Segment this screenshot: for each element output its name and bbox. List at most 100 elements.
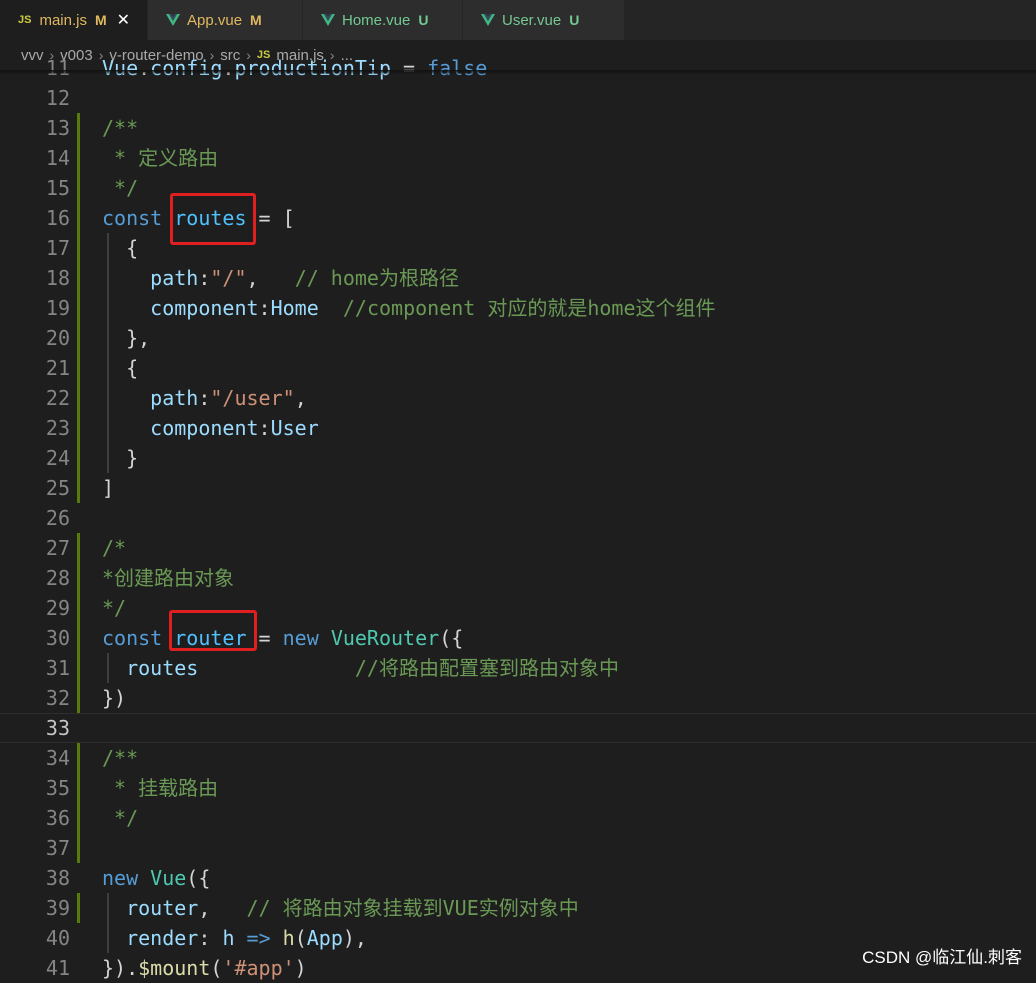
- code-line[interactable]: 25]: [0, 473, 1036, 503]
- code-line[interactable]: 12: [0, 83, 1036, 113]
- highlight-box-router: [169, 610, 257, 651]
- code-token: .: [222, 56, 235, 80]
- code-token: :: [258, 416, 271, 440]
- code-line[interactable]: 39 router, // 将路由对象挂载到VUE实例对象中: [0, 893, 1036, 923]
- indent-guide: [107, 353, 109, 383]
- code-line[interactable]: 22 path:"/user",: [0, 383, 1036, 413]
- git-modified-marker[interactable]: [77, 743, 80, 773]
- code-line[interactable]: 13 /**: [0, 113, 1036, 143]
- code-token: ,: [198, 896, 247, 920]
- git-modified-marker[interactable]: [77, 443, 80, 473]
- line-number: 34: [45, 746, 70, 770]
- code-token: ): [294, 956, 307, 980]
- git-modified-marker[interactable]: [77, 113, 80, 143]
- code-token: /**: [102, 746, 139, 770]
- git-modified-marker[interactable]: [77, 683, 80, 713]
- git-modified-marker[interactable]: [77, 383, 80, 413]
- git-modified-marker[interactable]: [77, 413, 80, 443]
- tab-label: User.vue: [502, 11, 562, 29]
- code-line[interactable]: 26: [0, 503, 1036, 533]
- code-token: /**: [102, 116, 139, 140]
- code-token: *创建路由对象: [102, 566, 235, 590]
- line-number: 21: [45, 356, 70, 380]
- code-token: /*: [102, 536, 127, 560]
- code-editor[interactable]: 11 Vue.config.productionTip = false 12 13/*…: [0, 53, 1036, 983]
- git-modified-marker[interactable]: [77, 533, 80, 563]
- git-modified-marker[interactable]: [77, 623, 80, 653]
- close-icon[interactable]: ✕: [117, 10, 130, 30]
- code-token: h: [222, 926, 235, 950]
- vue-file-icon: [481, 13, 495, 26]
- line-number: 31: [45, 656, 70, 680]
- code-token: component: [150, 296, 259, 320]
- code-line[interactable]: 29 */: [0, 593, 1036, 623]
- git-modified-marker[interactable]: [77, 233, 80, 263]
- code-line[interactable]: 30 const router = new VueRouter({: [0, 623, 1036, 653]
- code-text: },: [102, 323, 150, 353]
- git-modified-marker[interactable]: [77, 173, 80, 203]
- git-modified-marker[interactable]: [77, 143, 80, 173]
- code-text: component:Home //component 对应的就是home这个组件: [102, 293, 716, 323]
- code-line[interactable]: 11 Vue.config.productionTip = false: [0, 53, 1036, 83]
- code-line[interactable]: 19 component:Home //component 对应的就是home这…: [0, 293, 1036, 323]
- code-line[interactable]: 35 * 挂载路由: [0, 773, 1036, 803]
- tab-main-js[interactable]: JS main.js M ✕: [0, 0, 148, 40]
- code-line[interactable]: 21 {: [0, 353, 1036, 383]
- code-text: render: h => h(App),: [102, 923, 367, 953]
- code-line[interactable]: 28 *创建路由对象: [0, 563, 1036, 593]
- git-modified-marker[interactable]: [77, 203, 80, 233]
- git-modified-marker[interactable]: [77, 833, 80, 863]
- git-modified-marker[interactable]: [77, 263, 80, 293]
- code-text: Vue.config.productionTip = false: [102, 53, 487, 83]
- git-modified-marker[interactable]: [77, 293, 80, 323]
- code-token: h: [282, 926, 295, 950]
- line-number: 39: [45, 896, 70, 920]
- code-line[interactable]: 34 /**: [0, 743, 1036, 773]
- code-line[interactable]: 17 {: [0, 233, 1036, 263]
- code-line[interactable]: 38 new Vue({: [0, 863, 1036, 893]
- tab-app-vue[interactable]: App.vue M: [148, 0, 303, 40]
- git-modified-marker[interactable]: [77, 893, 80, 923]
- highlight-box-routes: [170, 193, 256, 245]
- code-line[interactable]: 31 routes //将路由配置塞到路由对象中: [0, 653, 1036, 683]
- code-line[interactable]: 32}): [0, 683, 1036, 713]
- indent-guide: [107, 383, 109, 413]
- code-line[interactable]: 16 const routes = [: [0, 203, 1036, 233]
- line-number: 32: [45, 686, 70, 710]
- git-modified-marker[interactable]: [77, 653, 80, 683]
- code-text: }).$mount('#app'): [102, 953, 307, 983]
- code-token: ),: [342, 926, 367, 950]
- code-line[interactable]: 27 /*: [0, 533, 1036, 563]
- code-line[interactable]: 24 }: [0, 443, 1036, 473]
- git-modified-marker[interactable]: [77, 773, 80, 803]
- code-text: */: [102, 593, 126, 623]
- indent-guide: [107, 923, 109, 953]
- git-modified-marker[interactable]: [77, 803, 80, 833]
- code-line[interactable]: 20 },: [0, 323, 1036, 353]
- git-modified-marker[interactable]: [77, 593, 80, 623]
- code-line[interactable]: 15 */: [0, 173, 1036, 203]
- code-line[interactable]: 23 component:User: [0, 413, 1036, 443]
- code-token: App: [306, 926, 343, 950]
- git-modified-marker[interactable]: [77, 323, 80, 353]
- code-token: routes: [126, 656, 199, 680]
- tab-home-vue[interactable]: Home.vue U: [303, 0, 463, 40]
- line-number: 35: [45, 776, 70, 800]
- code-token: ]: [102, 476, 115, 500]
- code-text: /*: [102, 533, 126, 563]
- line-number: 30: [45, 626, 70, 650]
- code-line[interactable]: 37: [0, 833, 1036, 863]
- code-line[interactable]: 14 * 定义路由: [0, 143, 1036, 173]
- code-line[interactable]: 36 */: [0, 803, 1036, 833]
- line-number: 23: [45, 416, 70, 440]
- code-line[interactable]: 18 path:"/", // home为根路径: [0, 263, 1036, 293]
- git-modified-marker[interactable]: [77, 563, 80, 593]
- git-modified-marker[interactable]: [77, 473, 80, 503]
- code-line[interactable]: 33: [0, 713, 1036, 743]
- code-token: ,: [246, 266, 295, 290]
- code-token: :: [198, 266, 211, 290]
- git-modified-marker[interactable]: [77, 353, 80, 383]
- tab-user-vue[interactable]: User.vue U: [463, 0, 625, 40]
